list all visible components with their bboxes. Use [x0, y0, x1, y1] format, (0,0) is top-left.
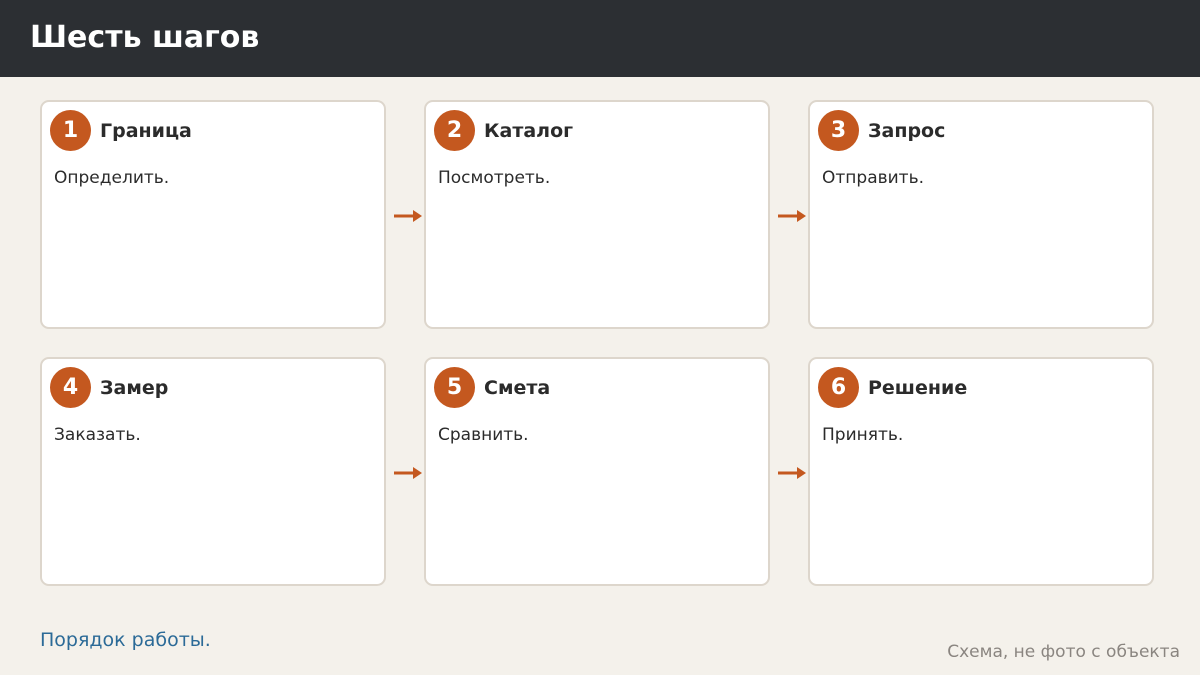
step-card-2: 2 Каталог Посмотреть.: [424, 100, 770, 329]
step-number-badge: 3: [818, 110, 859, 151]
step-title: Решение: [868, 377, 968, 399]
step-card-6: 6 Решение Принять.: [808, 357, 1154, 586]
step-number-badge: 1: [50, 110, 91, 151]
step-title: Смета: [484, 377, 551, 399]
step-description: Сравнить.: [438, 425, 529, 445]
footer-caption: Схема, не фото с объекта: [947, 642, 1180, 662]
step-number-badge: 2: [434, 110, 475, 151]
step-title: Граница: [100, 120, 192, 142]
step-description: Определить.: [54, 168, 170, 188]
step-description: Заказать.: [54, 425, 141, 445]
step-description: Отправить.: [822, 168, 924, 188]
arrow-right-icon: [778, 210, 806, 222]
arrow-right-icon: [394, 467, 422, 479]
step-description: Посмотреть.: [438, 168, 551, 188]
step-card-5: 5 Смета Сравнить.: [424, 357, 770, 586]
step-card-1: 1 Граница Определить.: [40, 100, 386, 329]
arrow-right-icon: [778, 467, 806, 479]
header-bar: Шесть шагов: [0, 0, 1200, 77]
step-title: Замер: [100, 377, 169, 399]
step-card-4: 4 Замер Заказать.: [40, 357, 386, 586]
process-link[interactable]: Порядок работы.: [40, 628, 211, 652]
step-number-badge: 5: [434, 367, 475, 408]
step-number-badge: 4: [50, 367, 91, 408]
step-title: Запрос: [868, 120, 946, 142]
step-number-badge: 6: [818, 367, 859, 408]
page-title: Шесть шагов: [30, 20, 260, 55]
step-description: Принять.: [822, 425, 904, 445]
step-title: Каталог: [484, 120, 574, 142]
arrow-right-icon: [394, 210, 422, 222]
step-card-3: 3 Запрос Отправить.: [808, 100, 1154, 329]
